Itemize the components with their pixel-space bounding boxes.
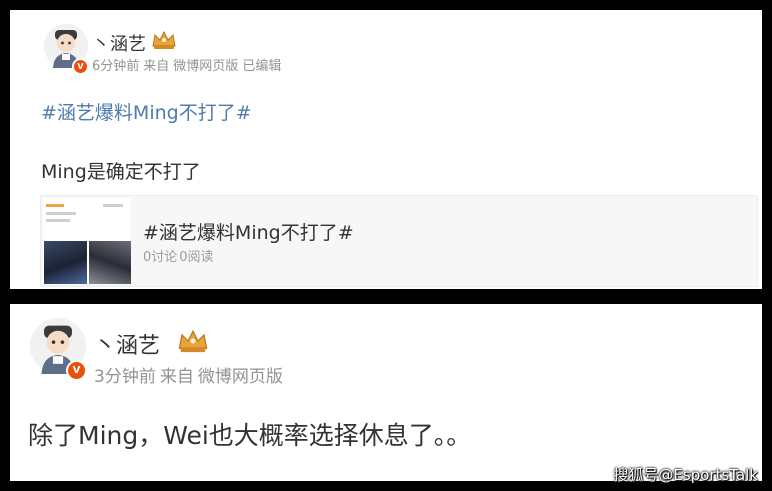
avatar[interactable]: V bbox=[30, 318, 87, 381]
verify-badge-icon: V bbox=[66, 360, 87, 381]
post-source[interactable]: 微博网页版 bbox=[198, 367, 283, 387]
topic-card-title[interactable]: #涵艺爆料Ming不打了# bbox=[143, 218, 354, 245]
avatar[interactable]: V bbox=[44, 24, 89, 75]
topic-card-stats: 0讨论 0阅读 bbox=[143, 246, 216, 265]
watermark: 搜狐号@EsportsTalk bbox=[613, 466, 758, 484]
post-text: 除了Ming，Wei也大概率选择休息了。。 bbox=[28, 421, 472, 450]
thumbnail-photo bbox=[89, 241, 131, 284]
post-text: Ming是确定不打了 bbox=[41, 161, 201, 183]
username[interactable]: 丶涵艺 bbox=[94, 328, 160, 360]
thumbnail-photo bbox=[44, 241, 87, 284]
post-panel-1: V 丶涵艺 6分钟前 来自 微博网页版 已编辑 #涵艺爆料Ming不打了# Ming是… bbox=[10, 10, 762, 289]
username[interactable]: 丶涵艺 bbox=[92, 30, 146, 56]
topic-card[interactable]: #涵艺爆料Ming不打了# 0讨论 0阅读 bbox=[40, 195, 758, 287]
crown-icon bbox=[178, 329, 208, 353]
crown-icon bbox=[152, 30, 176, 49]
source-prefix: 来自 bbox=[159, 367, 194, 387]
edited-label[interactable]: 已编辑 bbox=[242, 59, 281, 74]
source-prefix: 来自 bbox=[143, 59, 170, 74]
topic-card-thumbnail bbox=[43, 198, 131, 284]
post-meta: 6分钟前 来自 微博网页版 已编辑 bbox=[92, 55, 285, 74]
post-time[interactable]: 3分钟前 bbox=[94, 367, 156, 387]
post-time[interactable]: 6分钟前 bbox=[92, 59, 139, 74]
discussion-count: 0讨论 bbox=[143, 250, 178, 265]
post-source[interactable]: 微博网页版 bbox=[173, 59, 238, 74]
read-count: 0阅读 bbox=[179, 250, 214, 265]
verify-badge-icon: V bbox=[72, 58, 89, 75]
post-panel-2: V 丶涵艺 3分钟前 来自 微博网页版 除了Ming，Wei也大概率选择休息了。。 bbox=[10, 304, 762, 481]
post-meta: 3分钟前 来自 微博网页版 bbox=[94, 362, 287, 387]
hashtag-link[interactable]: #涵艺爆料Ming不打了# bbox=[41, 98, 252, 125]
